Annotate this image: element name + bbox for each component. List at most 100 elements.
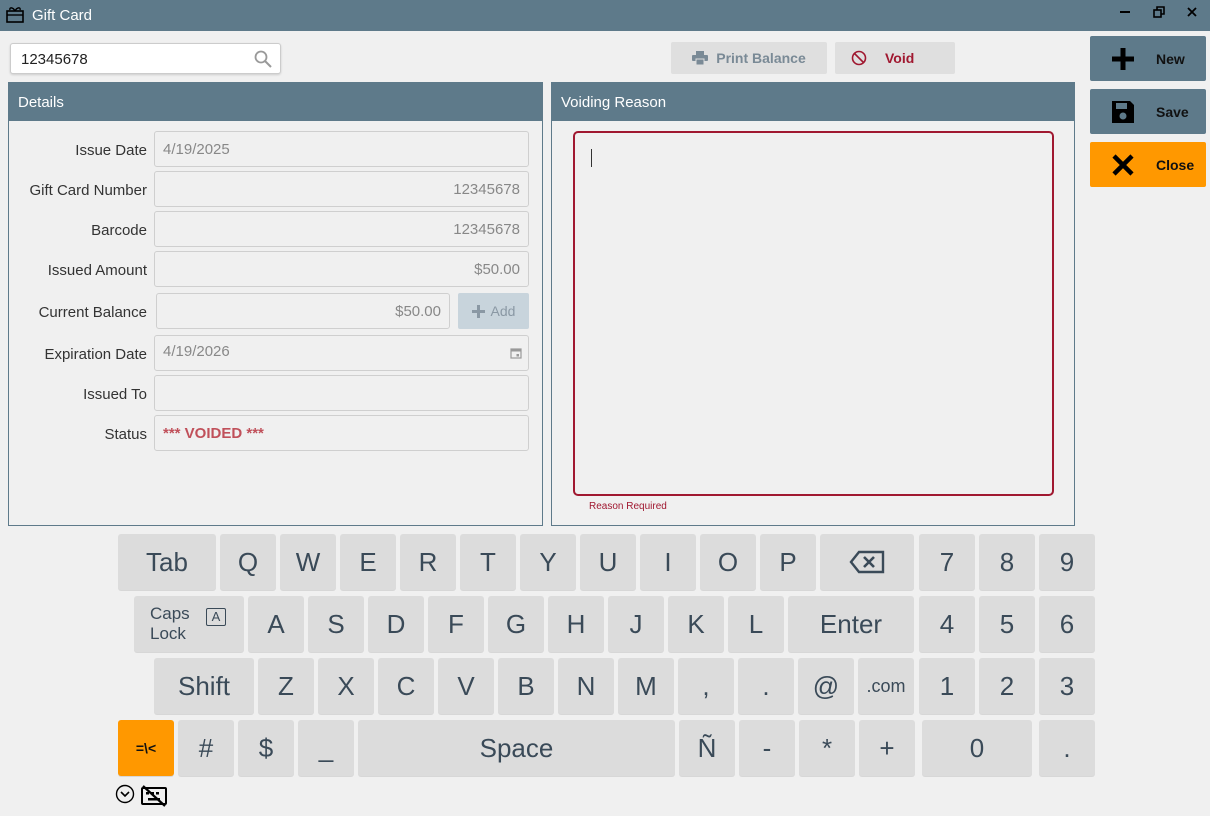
key-b[interactable]: B xyxy=(498,658,554,714)
details-title: Details xyxy=(9,83,542,121)
key-dollar[interactable]: $ xyxy=(238,720,294,776)
calendar-icon[interactable] xyxy=(510,347,522,359)
plus-icon xyxy=(471,304,485,318)
caps-lock-icon: A xyxy=(206,608,226,626)
key-k[interactable]: K xyxy=(668,596,724,652)
key-6[interactable]: 6 xyxy=(1039,596,1095,652)
key-hash[interactable]: # xyxy=(178,720,234,776)
key-a[interactable]: A xyxy=(248,596,304,652)
key-9[interactable]: 9 xyxy=(1039,534,1095,590)
print-balance-button[interactable]: Print Balance xyxy=(671,42,827,74)
status-label: Status xyxy=(104,426,147,443)
key-e[interactable]: E xyxy=(340,534,396,590)
key-q[interactable]: Q xyxy=(220,534,276,590)
issue-date-field[interactable]: 4/19/2025 xyxy=(154,131,529,167)
caps-lock-label: Caps Lock xyxy=(150,604,190,643)
add-label: Add xyxy=(490,303,516,319)
key-w[interactable]: W xyxy=(280,534,336,590)
close-icon[interactable] xyxy=(1181,5,1203,25)
key-y[interactable]: Y xyxy=(520,534,576,590)
void-icon xyxy=(851,50,867,66)
key-symbols[interactable]: =\< xyxy=(118,720,174,776)
key-n-tilde[interactable]: Ñ xyxy=(679,720,735,776)
search-box xyxy=(10,43,281,74)
print-balance-label: Print Balance xyxy=(716,50,806,66)
key-i[interactable]: I xyxy=(640,534,696,590)
gift-card-number-label: Gift Card Number xyxy=(29,182,147,199)
key-7[interactable]: 7 xyxy=(919,534,975,590)
key-0[interactable]: 0 xyxy=(922,720,1032,776)
key-s[interactable]: S xyxy=(308,596,364,652)
key-j[interactable]: J xyxy=(608,596,664,652)
key-period[interactable]: . xyxy=(738,658,794,714)
collapse-keyboard-icon[interactable] xyxy=(115,784,135,804)
key-8[interactable]: 8 xyxy=(979,534,1035,590)
key-3[interactable]: 3 xyxy=(1039,658,1095,714)
key-u[interactable]: U xyxy=(580,534,636,590)
key-t[interactable]: T xyxy=(460,534,516,590)
details-panel: Details Issue Date 4/19/2025 Gift Card N… xyxy=(8,82,543,526)
key-space[interactable]: Space xyxy=(358,720,675,776)
key-c[interactable]: C xyxy=(378,658,434,714)
key-dotcom[interactable]: .com xyxy=(858,658,914,714)
issued-to-field[interactable] xyxy=(154,375,529,411)
close-button[interactable]: Close xyxy=(1090,142,1206,187)
key-4[interactable]: 4 xyxy=(919,596,975,652)
key-underscore[interactable]: _ xyxy=(298,720,354,776)
x-icon xyxy=(1112,153,1134,176)
key-l[interactable]: L xyxy=(728,596,784,652)
key-comma[interactable]: , xyxy=(678,658,734,714)
key-backspace[interactable] xyxy=(820,534,914,590)
issued-amount-field[interactable]: $50.00 xyxy=(154,251,529,287)
search-input[interactable] xyxy=(21,49,241,69)
voiding-reason-input[interactable] xyxy=(591,147,1031,477)
key-1[interactable]: 1 xyxy=(919,658,975,714)
issued-amount-label: Issued Amount xyxy=(47,262,147,279)
key-shift[interactable]: Shift xyxy=(154,658,254,714)
key-tab[interactable]: Tab xyxy=(118,534,216,590)
current-balance-field[interactable]: $50.00 xyxy=(156,293,450,329)
floppy-disk-icon xyxy=(1112,100,1134,123)
plus-icon xyxy=(1112,47,1134,70)
key-minus[interactable]: - xyxy=(739,720,795,776)
restore-icon[interactable] xyxy=(1148,5,1170,25)
add-balance-button[interactable]: Add xyxy=(458,293,529,329)
new-button[interactable]: New xyxy=(1090,36,1206,81)
gift-card-number-field[interactable]: 12345678 xyxy=(154,171,529,207)
key-decimal[interactable]: . xyxy=(1039,720,1095,776)
key-plus[interactable]: + xyxy=(859,720,915,776)
key-h[interactable]: H xyxy=(548,596,604,652)
key-at[interactable]: @ xyxy=(798,658,854,714)
expiration-date-field[interactable]: 4/19/2026 xyxy=(154,335,529,371)
issued-to-label: Issued To xyxy=(83,386,147,403)
barcode-label: Barcode xyxy=(91,222,147,239)
issue-date-label: Issue Date xyxy=(75,142,147,159)
key-asterisk[interactable]: * xyxy=(799,720,855,776)
reason-box xyxy=(573,131,1054,496)
barcode-field[interactable]: 12345678 xyxy=(154,211,529,247)
status-field: *** VOIDED *** xyxy=(154,415,529,451)
key-caps-lock[interactable]: Caps Lock A xyxy=(134,596,244,652)
key-n[interactable]: N xyxy=(558,658,614,714)
minimize-icon[interactable] xyxy=(1114,5,1136,25)
key-d[interactable]: D xyxy=(368,596,424,652)
key-z[interactable]: Z xyxy=(258,658,314,714)
key-enter[interactable]: Enter xyxy=(788,596,914,652)
save-button[interactable]: Save xyxy=(1090,89,1206,134)
search-icon[interactable] xyxy=(254,50,272,68)
key-f[interactable]: F xyxy=(428,596,484,652)
text-caret xyxy=(591,149,592,167)
key-r[interactable]: R xyxy=(400,534,456,590)
key-v[interactable]: V xyxy=(438,658,494,714)
key-2[interactable]: 2 xyxy=(979,658,1035,714)
key-m[interactable]: M xyxy=(618,658,674,714)
void-button[interactable]: Void xyxy=(835,42,955,74)
key-x[interactable]: X xyxy=(318,658,374,714)
key-g[interactable]: G xyxy=(488,596,544,652)
void-label: Void xyxy=(885,50,915,66)
key-o[interactable]: O xyxy=(700,534,756,590)
key-p[interactable]: P xyxy=(760,534,816,590)
key-5[interactable]: 5 xyxy=(979,596,1035,652)
hide-keyboard-icon[interactable] xyxy=(140,784,168,808)
expiration-date-value: 4/19/2026 xyxy=(163,343,230,360)
